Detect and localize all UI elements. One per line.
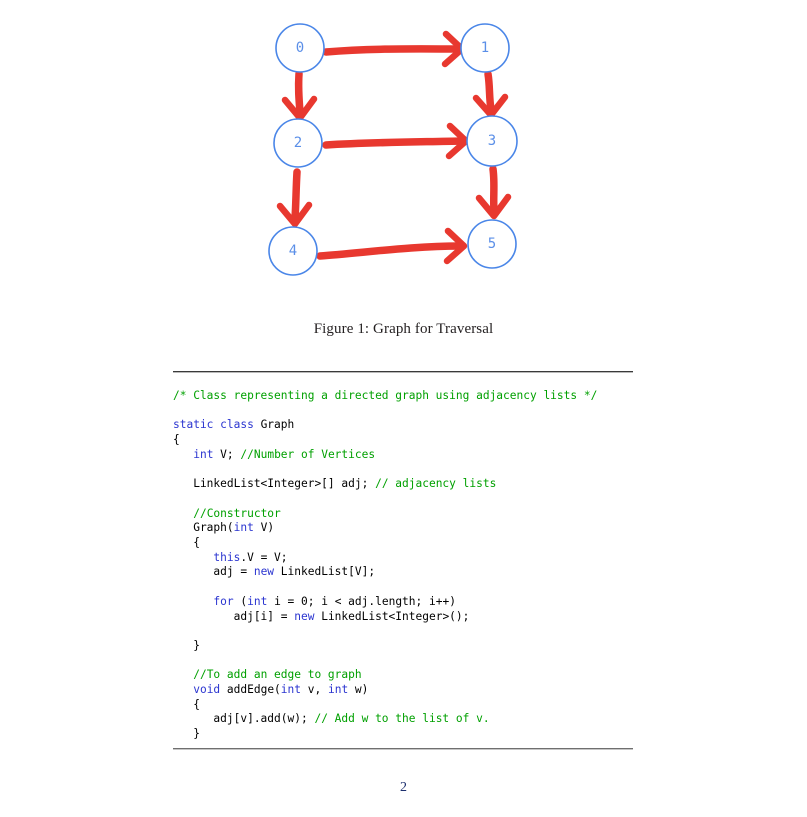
graph-diagram: 0 1 2 3 4 5 bbox=[268, 23, 518, 276]
code-token: LinkedList<Integer>(); bbox=[314, 609, 470, 623]
edge-0-to-2 bbox=[281, 70, 318, 122]
graph-node-4[interactable]: 4 bbox=[268, 226, 318, 276]
code-line: int V; //Number of Vertices bbox=[173, 448, 643, 463]
code-token: w) bbox=[348, 683, 369, 697]
code-line: { bbox=[173, 536, 643, 551]
code-line: LinkedList<Integer>[] adj; // adjacency … bbox=[173, 477, 643, 492]
graph-node-2-label: 2 bbox=[294, 135, 302, 151]
code-line: static class Graph bbox=[173, 418, 643, 433]
code-token: //Number of Vertices bbox=[240, 447, 376, 461]
code-line: //To add an edge to graph bbox=[173, 668, 643, 683]
code-line: { bbox=[173, 433, 643, 448]
code-token: LinkedList[V]; bbox=[274, 565, 376, 579]
document-page: 0 1 2 3 4 5 Figure 1: Graph for Traversa… bbox=[0, 0, 807, 817]
code-token: // adjacency lists bbox=[375, 477, 497, 491]
code-line: } bbox=[173, 727, 643, 742]
edge-0-to-1 bbox=[322, 30, 466, 68]
code-token: } bbox=[173, 727, 200, 741]
graph-node-5-label: 5 bbox=[488, 236, 496, 252]
code-token: void bbox=[193, 683, 221, 697]
code-token: { bbox=[173, 433, 180, 447]
code-token: adj[i] = bbox=[173, 609, 295, 623]
edge-2-to-4 bbox=[276, 168, 313, 228]
figure-graph-traversal: 0 1 2 3 4 5 bbox=[0, 0, 807, 305]
code-line: void addEdge(int v, int w) bbox=[173, 683, 643, 698]
code-line: { bbox=[173, 698, 643, 713]
code-token: ( bbox=[233, 594, 248, 608]
code-token: for bbox=[213, 594, 234, 608]
code-token: new bbox=[253, 565, 275, 579]
code-line: for (int i = 0; i < adj.length; i++) bbox=[173, 595, 643, 610]
code-token: { bbox=[173, 536, 200, 550]
code-line: /* Class representing a directed graph u… bbox=[173, 389, 643, 404]
code-token: int bbox=[247, 594, 268, 608]
code-line: } bbox=[173, 639, 643, 654]
code-line: adj[i] = new LinkedList<Integer>(); bbox=[173, 610, 643, 625]
graph-node-3-label: 3 bbox=[488, 133, 496, 149]
code-token: addEdge( bbox=[220, 683, 281, 697]
code-token: // Add w to the list of v. bbox=[314, 712, 490, 726]
code-line: //Constructor bbox=[173, 507, 643, 522]
graph-node-1-label: 1 bbox=[481, 40, 489, 56]
code-listing-bottom-rule bbox=[173, 748, 633, 749]
page-number: 2 bbox=[400, 780, 407, 795]
code-token: i = 0; i < adj.length; i++) bbox=[267, 594, 456, 608]
figure-caption: Figure 1: Graph for Traversal bbox=[313, 321, 494, 337]
edge-4-to-5 bbox=[316, 227, 468, 265]
code-token: /* Class representing a directed graph u… bbox=[173, 389, 598, 402]
code-token: int bbox=[193, 447, 214, 461]
code-token: } bbox=[173, 638, 200, 652]
code-token: this bbox=[213, 550, 241, 564]
code-listing: /* Class representing a directed graph u… bbox=[173, 389, 643, 742]
code-token: V) bbox=[253, 521, 275, 535]
code-token: int bbox=[327, 683, 349, 697]
code-token: LinkedList<Integer>[] adj; bbox=[173, 477, 376, 491]
edge-2-to-3 bbox=[322, 122, 470, 160]
graph-node-0[interactable]: 0 bbox=[275, 23, 325, 73]
code-line: adj[v].add(w); // Add w to the list of v… bbox=[173, 712, 643, 727]
code-line: this.V = V; bbox=[173, 551, 643, 566]
graph-node-5[interactable]: 5 bbox=[467, 219, 517, 269]
code-token: Graph( bbox=[173, 521, 234, 535]
graph-node-2[interactable]: 2 bbox=[273, 118, 323, 168]
code-token: static class bbox=[173, 418, 261, 432]
code-token: v, bbox=[301, 683, 328, 697]
code-token: adj[v].add(w); bbox=[173, 712, 315, 726]
code-token: int bbox=[233, 521, 254, 535]
code-token: new bbox=[294, 609, 315, 623]
code-token: V; bbox=[213, 447, 241, 461]
edge-1-to-3 bbox=[472, 70, 509, 119]
code-token: int bbox=[280, 683, 302, 697]
graph-node-3[interactable]: 3 bbox=[466, 115, 518, 167]
graph-node-0-label: 0 bbox=[296, 40, 304, 56]
code-token: adj = bbox=[173, 565, 254, 579]
code-token: //To add an edge to graph bbox=[193, 668, 362, 682]
code-line: Graph(int V) bbox=[173, 521, 643, 536]
code-listing-top-rule bbox=[173, 371, 633, 372]
code-token: //Constructor bbox=[193, 506, 281, 520]
edge-3-to-5 bbox=[475, 165, 512, 220]
code-line: adj = new LinkedList[V]; bbox=[173, 565, 643, 580]
code-token: Graph bbox=[260, 418, 295, 432]
code-token: { bbox=[173, 697, 200, 711]
graph-node-1[interactable]: 1 bbox=[460, 23, 510, 73]
code-token: .V = V; bbox=[240, 550, 288, 564]
graph-node-4-label: 4 bbox=[289, 243, 297, 259]
